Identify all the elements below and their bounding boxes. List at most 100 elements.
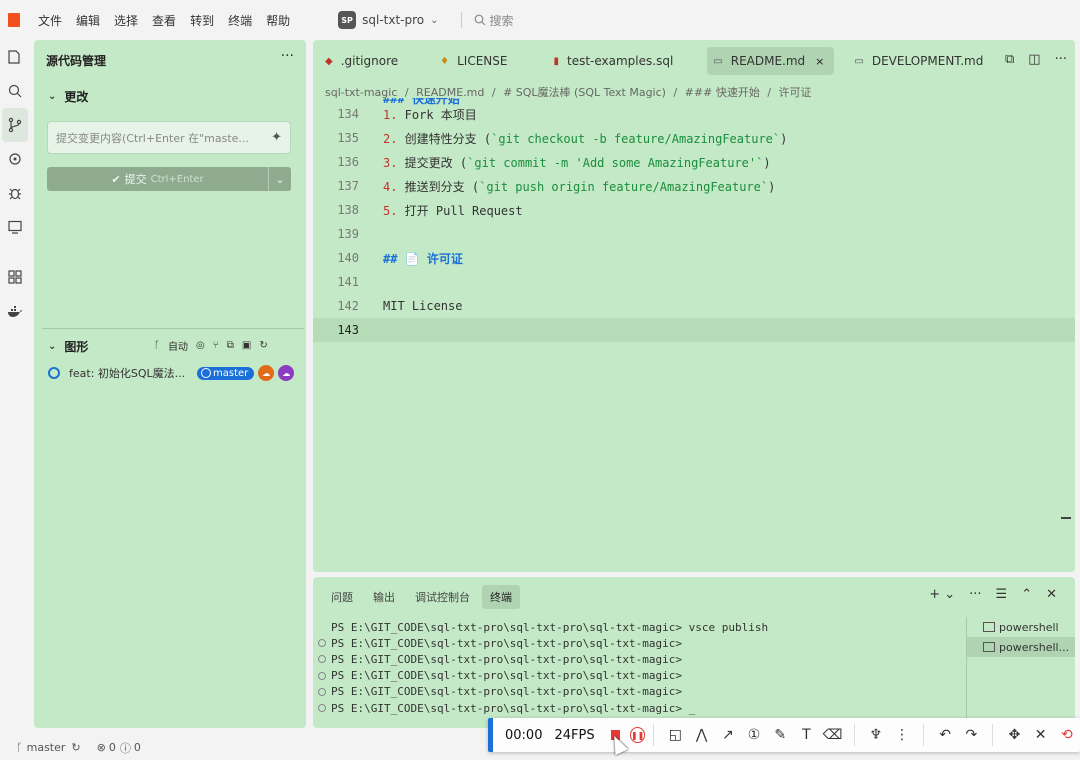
search-activity-icon[interactable] xyxy=(0,74,30,108)
menu-edit[interactable]: 编辑 xyxy=(76,12,100,29)
docker-icon[interactable] xyxy=(0,294,30,328)
panel-layout-icon[interactable]: ☰ xyxy=(996,587,1008,602)
code-line[interactable]: 142 MIT License xyxy=(313,294,1075,318)
code-line[interactable]: 140 ## 📄 许可证 xyxy=(313,246,1075,270)
add-terminal-icon[interactable]: + ⌄ xyxy=(929,587,955,602)
restart-record-icon[interactable]: ⟲ xyxy=(1054,721,1080,749)
open-preview-icon[interactable]: ⧉ xyxy=(1005,52,1014,67)
terminal-instance[interactable]: powershell... xyxy=(967,637,1075,657)
extensions-icon[interactable] xyxy=(0,260,30,294)
refresh-icon[interactable]: ↻ xyxy=(259,340,267,351)
code-line[interactable]: 139 xyxy=(313,222,1075,246)
shape-icon[interactable]: ◱ xyxy=(662,721,688,749)
menu-terminal[interactable]: 终端 xyxy=(228,12,252,29)
menu-file[interactable]: 文件 xyxy=(38,12,62,29)
pen-icon[interactable]: ✎ xyxy=(767,721,793,749)
tab-debug-console[interactable]: 调试控制台 xyxy=(407,585,478,609)
search-box[interactable]: 搜索 xyxy=(474,12,514,29)
tab-terminal[interactable]: 终端 xyxy=(482,585,520,609)
target-icon[interactable]: ◎ xyxy=(196,340,205,351)
crumb-heading[interactable]: # SQL魔法棒 (SQL Text Magic) xyxy=(503,86,666,99)
command-decoration-icon xyxy=(318,655,326,664)
status-problems[interactable]: ⊗ 0 ⓘ 0 xyxy=(97,740,141,756)
number-marker-icon[interactable]: ① xyxy=(741,721,767,749)
undo-icon[interactable]: ↶ xyxy=(932,721,958,749)
code-view[interactable]: ### 快速开始 134 1. Fork 本项目 135 2. 创建特性分支 (… xyxy=(313,98,1075,342)
close-icon[interactable]: × xyxy=(815,55,824,68)
sparkle-icon[interactable]: ✦ xyxy=(271,130,282,145)
tab-output[interactable]: 输出 xyxy=(365,585,403,609)
branch-filter-icon[interactable]: ᚴ xyxy=(154,340,160,351)
code-line[interactable]: 134 1. Fork 本项目 xyxy=(313,102,1075,126)
crumb-folder[interactable]: sql-txt-magic xyxy=(325,86,397,99)
commit-message-input[interactable]: 提交变更内容(Ctrl+Enter 在"maste... ✦ xyxy=(47,121,291,154)
more-actions-icon[interactable]: ··· xyxy=(969,587,981,602)
terminal-list: powershell powershell... xyxy=(966,617,1075,728)
more-icon[interactable]: ⋮ xyxy=(889,721,915,749)
polyline-icon[interactable]: ⋀ xyxy=(689,721,715,749)
image-icon[interactable]: ▣ xyxy=(242,340,251,351)
graph-commit-row[interactable]: feat: 初始化SQL魔法... master ☁ ☁ xyxy=(48,365,300,381)
spotlight-icon[interactable]: ♆ xyxy=(863,721,889,749)
panel-title: 源代码管理 xyxy=(46,54,107,68)
crumb-section[interactable]: 许可证 xyxy=(779,86,812,99)
search-icon xyxy=(474,14,485,26)
tab-gitignore[interactable]: ◆ .gitignore xyxy=(319,47,408,75)
text-icon[interactable]: T xyxy=(793,721,819,749)
tab-label: .gitignore xyxy=(340,54,399,68)
editor-actions: ⧉ ◫ ··· xyxy=(1005,52,1067,67)
commit-node-icon xyxy=(48,367,60,379)
more-actions-icon[interactable]: ··· xyxy=(1055,52,1067,67)
tab-readme[interactable]: ▭ README.md × xyxy=(707,47,835,75)
terminal-line: PS E:\GIT_CODE\sql-txt-pro\sql-txt-pro\s… xyxy=(318,700,958,716)
remote-cloud-icon: ☁ xyxy=(278,365,295,381)
crumb-file[interactable]: README.md xyxy=(416,86,484,99)
eraser-icon[interactable]: ⌫ xyxy=(820,721,846,749)
code-line[interactable]: 136 3. 提交更改 (`git commit -m 'Add some Am… xyxy=(313,150,1075,174)
pause-icon[interactable]: ❚❚ xyxy=(629,727,646,743)
status-branch[interactable]: ᚴ master ↻ xyxy=(16,741,81,754)
project-switcher[interactable]: SP sql-txt-pro ⌄ xyxy=(338,11,439,29)
close-icon[interactable]: ✕ xyxy=(1046,587,1057,602)
remote-explorer-icon[interactable] xyxy=(0,142,30,176)
move-icon[interactable]: ✥ xyxy=(1001,721,1027,749)
terminal-output[interactable]: PS E:\GIT_CODE\sql-txt-pro\sql-txt-pro\s… xyxy=(318,619,958,716)
tab-test-examples[interactable]: ▮ test-examples.sql xyxy=(547,47,683,75)
arrow-icon[interactable]: ↗ xyxy=(715,721,741,749)
remote-monitor-icon[interactable] xyxy=(0,210,30,244)
graph-section-header[interactable]: ⌄ 图形 xyxy=(48,338,88,355)
changes-section-header[interactable]: ⌄ 更改 xyxy=(48,88,88,105)
tab-problems[interactable]: 问题 xyxy=(323,585,361,609)
scrollbar-marker[interactable] xyxy=(1061,517,1071,519)
code-line[interactable]: 138 5. 打开 Pull Request xyxy=(313,198,1075,222)
commit-dropdown-icon[interactable]: ⌄ xyxy=(269,173,291,186)
menu-go[interactable]: 转到 xyxy=(190,12,214,29)
line-content: 1. Fork 本项目 xyxy=(383,107,477,122)
fetch-icon[interactable]: ⧉ xyxy=(227,340,234,351)
split-editor-icon[interactable]: ◫ xyxy=(1028,52,1040,67)
code-line[interactable]: 135 2. 创建特性分支 (`git checkout -b feature/… xyxy=(313,126,1075,150)
terminal-instance[interactable]: powershell xyxy=(967,617,1075,637)
menu-help[interactable]: 帮助 xyxy=(266,12,290,29)
app-logo xyxy=(8,13,20,27)
debug-icon[interactable] xyxy=(0,176,30,210)
auto-toggle[interactable]: 自动 xyxy=(168,338,188,353)
maximize-icon[interactable]: ⌃ xyxy=(1021,587,1032,602)
crumb-subheading[interactable]: ### 快速开始 xyxy=(685,86,760,99)
bottom-panel: 问题 输出 调试控制台 终端 + ⌄ ··· ☰ ⌃ ✕ PS E:\GIT_C… xyxy=(313,577,1075,728)
code-line[interactable]: 137 4. 推送到分支 (`git push origin feature/A… xyxy=(313,174,1075,198)
more-actions-icon[interactable]: ··· xyxy=(281,48,294,64)
explorer-icon[interactable] xyxy=(0,40,30,74)
tab-license[interactable]: ♦ LICENSE xyxy=(434,47,517,75)
commit-button[interactable]: ✔ 提交 Ctrl+Enter xyxy=(47,167,269,191)
code-line[interactable]: 141 xyxy=(313,270,1075,294)
tab-development[interactable]: ▭ DEVELOPMENT.md xyxy=(848,47,993,75)
source-control-icon[interactable] xyxy=(2,108,28,142)
redo-icon[interactable]: ↷ xyxy=(958,721,984,749)
menu-selection[interactable]: 选择 xyxy=(114,12,138,29)
menu-view[interactable]: 查看 xyxy=(152,12,176,29)
close-icon[interactable]: ✕ xyxy=(1028,721,1054,749)
current-line[interactable]: 143 xyxy=(313,318,1075,342)
commit-placeholder: 提交变更内容(Ctrl+Enter 在"maste... xyxy=(56,132,249,145)
merge-icon[interactable]: ⑂ xyxy=(213,340,219,351)
